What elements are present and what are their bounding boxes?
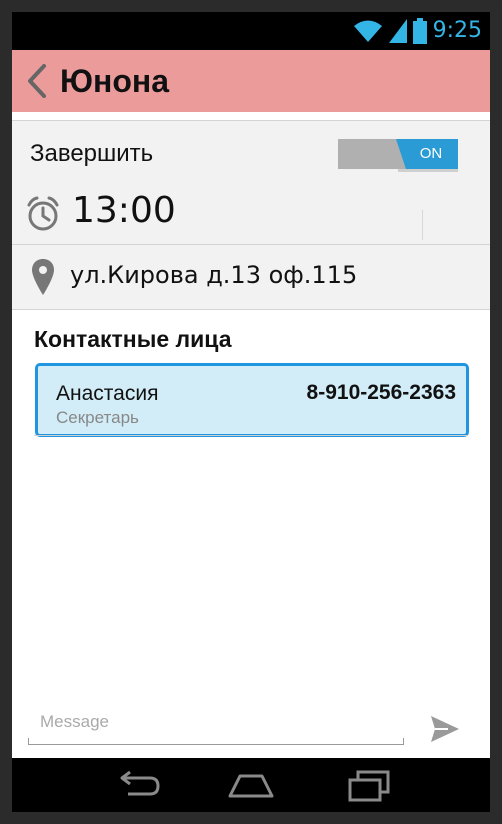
- finish-toggle[interactable]: ON: [338, 139, 459, 172]
- address-value: ул.Кирова д.13 оф.115: [70, 261, 358, 289]
- contact-phone[interactable]: 8-910-256-2363: [307, 381, 456, 405]
- contact-card[interactable]: Анастасия Секретарь 8-910-256-2363: [35, 363, 469, 437]
- nav-back-icon[interactable]: [112, 768, 162, 802]
- address-row[interactable]: ул.Кирова д.13 оф.115: [12, 245, 490, 310]
- send-icon[interactable]: [430, 714, 460, 744]
- toggle-shadow: [398, 169, 458, 172]
- finish-row: Завершить ON: [12, 120, 490, 186]
- signal-icon: [388, 19, 407, 43]
- nav-recents-icon[interactable]: [344, 768, 394, 802]
- app-bar: Юнона: [12, 50, 490, 112]
- nav-home-icon[interactable]: [226, 768, 276, 802]
- battery-icon: [412, 18, 427, 44]
- location-pin-icon: [32, 259, 54, 295]
- contact-divider: [34, 435, 468, 436]
- screen: 9:25 Юнона Завершить ON 13:00 ул.Кирова …: [12, 12, 490, 812]
- contact-name: Анастасия: [56, 382, 159, 405]
- wifi-icon: [353, 20, 382, 42]
- status-icons: 9:25: [353, 18, 482, 44]
- content-area: Завершить ON 13:00 ул.Кирова д.13 оф.115…: [12, 112, 490, 758]
- contacts-section-title: Контактные лица: [34, 326, 232, 352]
- status-bar: 9:25: [12, 12, 490, 50]
- time-value: 13:00: [72, 190, 176, 231]
- navigation-bar: [12, 758, 490, 812]
- toggle-on-label: ON: [396, 139, 458, 169]
- finish-label: Завершить: [30, 140, 154, 167]
- page-title: Юнона: [60, 63, 169, 99]
- alarm-icon: [27, 196, 59, 231]
- message-input[interactable]: [28, 702, 404, 742]
- contact-role: Секретарь: [56, 408, 139, 427]
- message-field: [28, 702, 404, 745]
- phone-frame: 9:25 Юнона Завершить ON 13:00 ул.Кирова …: [0, 0, 502, 824]
- status-time: 9:25: [432, 18, 482, 43]
- time-row[interactable]: 13:00: [12, 184, 490, 245]
- time-divider: [422, 210, 423, 240]
- back-icon[interactable]: [24, 64, 48, 98]
